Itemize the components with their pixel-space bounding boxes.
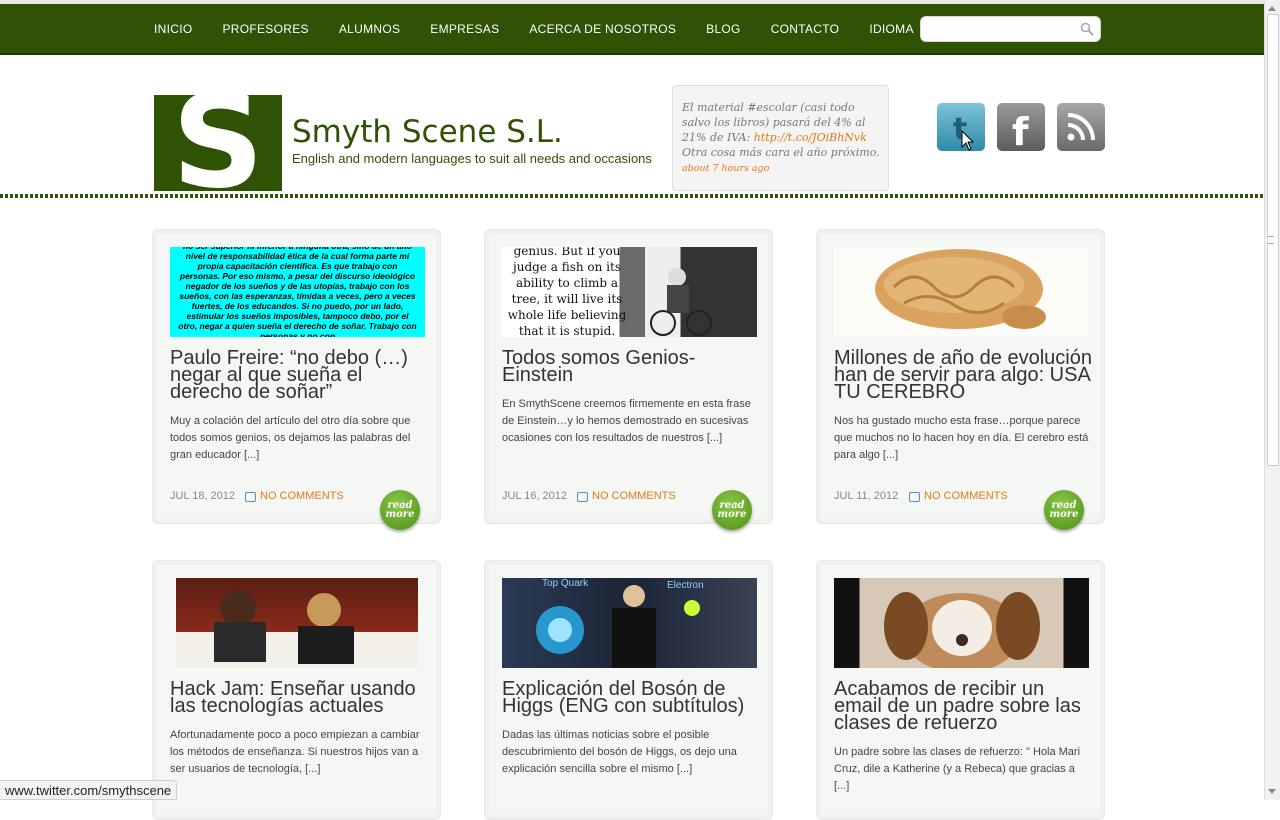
post-excerpt: Afortunadamente poco a poco empiezan a c…	[170, 729, 420, 775]
post-card: Acabamos de recibir un email de un padre…	[816, 560, 1105, 820]
tweet-link[interactable]: http://t.co/JOiBhNvk	[754, 131, 867, 144]
nav-item-empresas[interactable]: EMPRESAS	[430, 22, 499, 36]
comment-icon	[577, 492, 588, 502]
brain-image	[875, 249, 1046, 329]
thumbnail-quote: no ser superior ni inferior a ninguna ot…	[178, 247, 417, 337]
label-top-quark: Top Quark	[542, 578, 589, 589]
comments-link[interactable]: NO COMMENTS	[592, 490, 676, 502]
post-thumbnail[interactable]: no ser superior ni inferior a ninguna ot…	[170, 247, 425, 337]
facebook-button[interactable]: f	[997, 103, 1045, 151]
scroll-down-icon[interactable]	[1268, 789, 1276, 794]
post-title[interactable]: Explicación del Bosón de Higgs (ENG con …	[502, 679, 762, 716]
comment-icon	[909, 492, 920, 502]
post-title[interactable]: Hack Jam: Enseñar usando las tecnologías…	[170, 679, 430, 716]
status-bar-url: www.twitter.com/smythscene	[0, 780, 178, 800]
cyclist-image	[650, 268, 712, 336]
logo-letter: S	[171, 95, 265, 191]
main-nav: INICIO PROFESORES ALUMNOS EMPRESAS ACERC…	[154, 4, 944, 53]
post-thumbnail[interactable]: Top Quark Electron	[502, 578, 757, 668]
post-title[interactable]: Todos somos Genios- Einstein	[502, 348, 762, 385]
comment-icon	[245, 492, 256, 502]
tweet-time[interactable]: about 7 hours ago	[682, 163, 769, 174]
scrollbar-grip	[1268, 236, 1274, 244]
nav-item-acerca[interactable]: ACERCA DE NOSOTROS	[529, 22, 676, 36]
post-date: JUL 18, 2012	[170, 490, 236, 502]
post-title[interactable]: Acabamos de recibir un email de un padre…	[834, 679, 1094, 733]
post-title[interactable]: Millones de año de evolución han de serv…	[834, 348, 1094, 402]
higgs-video-image	[536, 585, 700, 668]
post-excerpt: Un padre sobre las clases de refuerzo: "…	[834, 746, 1081, 792]
search-icon[interactable]	[1080, 22, 1094, 36]
read-more-button[interactable]: read more	[1044, 490, 1084, 530]
tweet-text-after: Otra cosa más cara el año próximo.	[682, 146, 880, 159]
search-input[interactable]	[929, 21, 1083, 39]
comments-link[interactable]: NO COMMENTS	[924, 490, 1008, 502]
read-more-button[interactable]: read more	[712, 490, 752, 530]
post-thumbnail[interactable]	[176, 578, 418, 668]
post-card: Top Quark Electron Explicación del Bosón…	[484, 560, 773, 820]
rss-icon	[1067, 113, 1095, 141]
svg-text:f: f	[1012, 110, 1029, 151]
nav-item-alumnos[interactable]: ALUMNOS	[339, 22, 400, 36]
post-excerpt: En SmythScene creemos firmemente en esta…	[502, 398, 751, 444]
twitter-icon: t	[953, 112, 975, 151]
post-thumbnail[interactable]: genius. But if you judge a fish on its a…	[502, 247, 757, 337]
post-excerpt: Muy a colación del artículo del otro día…	[170, 415, 411, 461]
header-divider	[0, 194, 1265, 198]
puppy-image	[884, 592, 1040, 668]
rss-button[interactable]	[1057, 103, 1105, 151]
post-excerpt: Dadas las últimas noticias sobre el posi…	[502, 729, 737, 775]
nav-item-contacto[interactable]: CONTACTO	[771, 22, 840, 36]
post-date: JUL 11, 2012	[834, 490, 899, 502]
label-electron: Electron	[667, 580, 704, 591]
post-title[interactable]: Paulo Freire: “no debo (…) negar al que …	[170, 348, 430, 402]
vertical-scrollbar[interactable]	[1264, 0, 1280, 800]
post-thumbnail[interactable]	[834, 247, 1089, 337]
post-card: Hack Jam: Enseñar usando las tecnologías…	[152, 560, 441, 820]
facebook-icon: f	[1012, 110, 1029, 151]
site-logo[interactable]: S	[154, 95, 282, 191]
main-nav-bar: INICIO PROFESORES ALUMNOS EMPRESAS ACERC…	[0, 4, 1265, 55]
post-thumbnail[interactable]	[834, 578, 1089, 668]
nav-item-idioma[interactable]: IDIOMA	[869, 22, 913, 36]
twitter-button[interactable]: t	[937, 103, 985, 151]
students-image	[214, 590, 354, 664]
post-card: genius. But if you judge a fish on its a…	[484, 229, 773, 530]
thumbnail-quote: genius. But if you judge a fish on its a…	[507, 247, 627, 337]
nav-item-inicio[interactable]: INICIO	[154, 22, 192, 36]
site-tagline: English and modern languages to suit all…	[292, 151, 652, 166]
latest-tweet: El material #escolar (casi todo salvo lo…	[672, 85, 889, 191]
scroll-up-icon[interactable]	[1268, 6, 1276, 11]
nav-item-profesores[interactable]: PROFESORES	[222, 22, 308, 36]
comments-link[interactable]: NO COMMENTS	[260, 490, 344, 502]
search-box	[920, 16, 1101, 42]
site-title[interactable]: Smyth Scene S.L.	[292, 114, 563, 150]
post-card: Millones de año de evolución han de serv…	[816, 229, 1105, 530]
post-date: JUL 16, 2012	[502, 490, 568, 502]
post-card: no ser superior ni inferior a ninguna ot…	[152, 229, 441, 530]
post-excerpt: Nos ha gustado mucho esta frase…porque p…	[834, 415, 1089, 461]
read-more-button[interactable]: read more	[380, 490, 420, 530]
nav-item-blog[interactable]: BLOG	[706, 22, 741, 36]
